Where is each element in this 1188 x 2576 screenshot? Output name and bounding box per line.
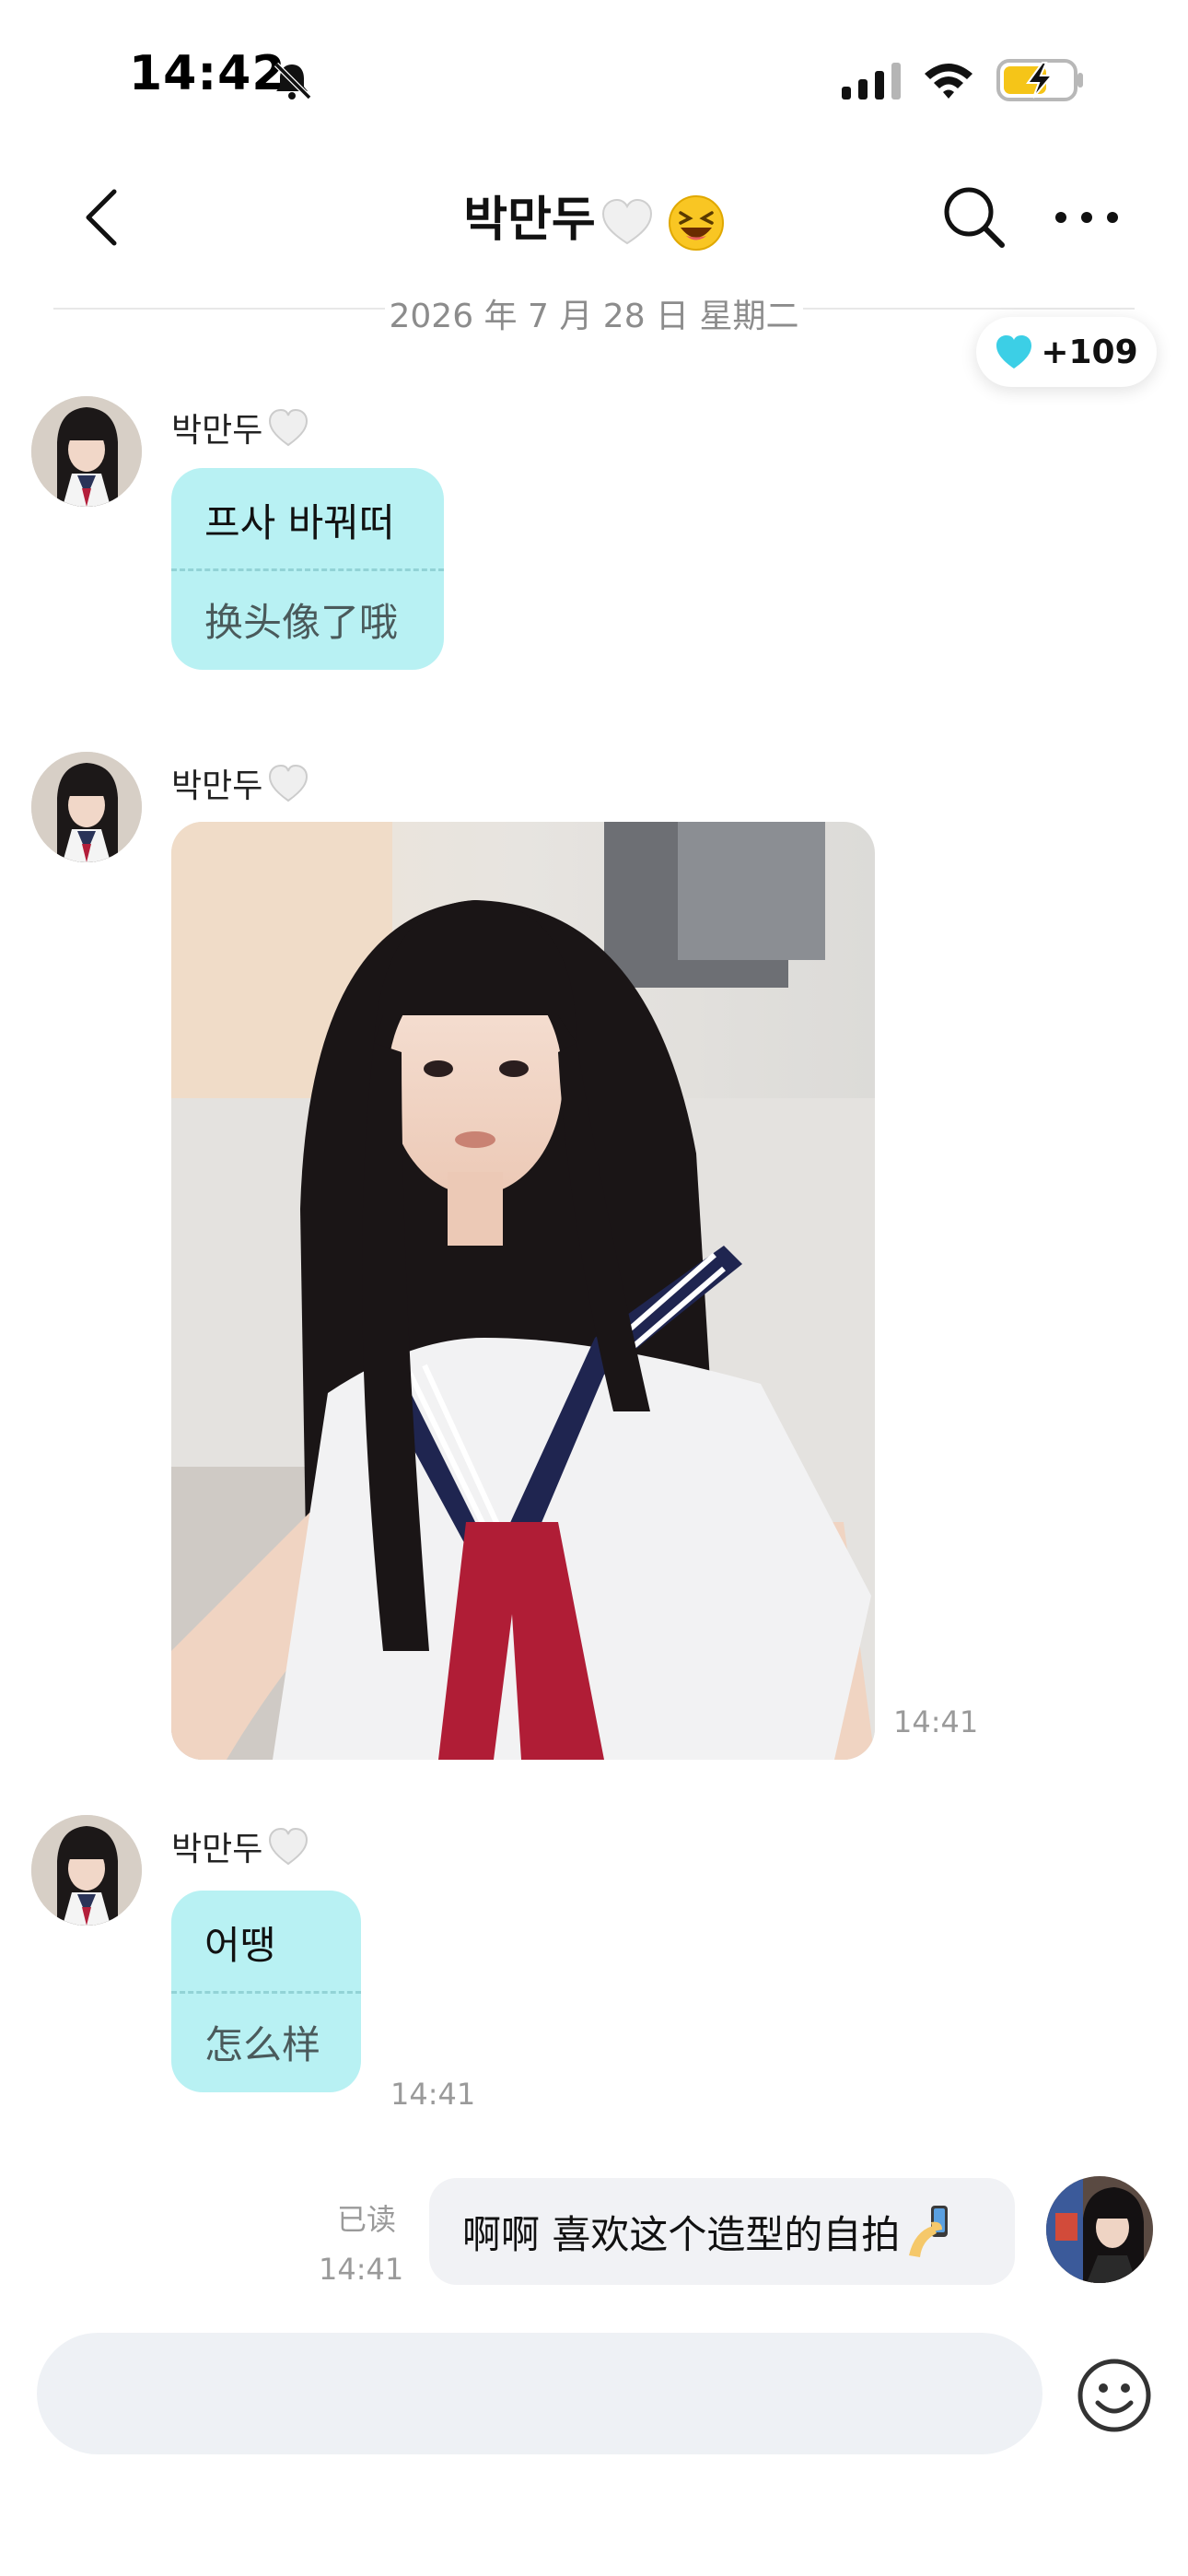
status-time: 14:42 — [129, 46, 286, 101]
avatar-photo — [31, 1815, 142, 1926]
sender-name-text: 박만두 — [171, 412, 263, 450]
selfie-emoji-icon — [909, 2206, 949, 2257]
battery-charging-icon — [996, 59, 1083, 101]
sender-name: 박만두 — [171, 404, 309, 451]
bell-muted-icon — [274, 62, 312, 100]
hearts-count: +109 — [1041, 333, 1138, 371]
message-bubble-outgoing[interactable]: 啊啊 喜欢这个造型的自拍 — [429, 2178, 1015, 2285]
message-original-text: 프사 바꿔떠 — [204, 500, 395, 545]
date-divider-left — [53, 308, 385, 310]
sender-name: 박만두 — [171, 759, 309, 807]
laughing-emoji-icon — [668, 195, 724, 251]
white-heart-icon — [269, 408, 309, 447]
chat-title-text: 박만두 — [463, 193, 596, 248]
message-photo[interactable] — [171, 822, 875, 1760]
avatar[interactable] — [31, 1815, 142, 1926]
message-translation-text: 怎么样 — [204, 2022, 321, 2067]
cyan-heart-icon — [996, 335, 1032, 369]
avatar-photo — [31, 752, 142, 862]
white-heart-icon — [269, 1827, 309, 1866]
wifi-icon — [925, 64, 973, 99]
avatar[interactable] — [31, 396, 142, 507]
search-icon[interactable] — [938, 181, 1011, 254]
message-bubble-incoming[interactable]: 어땡 怎么样 — [171, 1891, 361, 2092]
message-original-text: 어땡 — [204, 1923, 276, 1968]
hearts-counter[interactable]: +109 — [976, 317, 1157, 387]
sender-name-text: 박만두 — [171, 1831, 263, 1868]
white-heart-icon — [269, 764, 309, 802]
avatar[interactable] — [31, 752, 142, 862]
message-text: 啊啊 喜欢这个造型的自拍 — [462, 2211, 901, 2257]
emoji-icon[interactable] — [1076, 2357, 1153, 2434]
white-heart-icon — [601, 198, 652, 245]
selfie-photo — [171, 822, 875, 1760]
read-status: 已读 — [337, 2202, 397, 2237]
message-bubble-incoming[interactable]: 프사 바꿔떠 换头像了哦 — [171, 468, 444, 670]
date-divider-right — [803, 308, 1135, 310]
avatar-photo — [31, 396, 142, 507]
sender-name-text: 박만두 — [171, 767, 263, 805]
message-time: 14:41 — [893, 1704, 979, 1739]
message-time: 14:41 — [319, 2252, 404, 2287]
my-avatar[interactable] — [1046, 2176, 1153, 2283]
message-time: 14:41 — [390, 2077, 476, 2112]
message-input[interactable] — [37, 2333, 1042, 2454]
cellular-signal-icon — [842, 63, 901, 100]
sender-name: 박만두 — [171, 1822, 309, 1870]
date-separator: 2026 年 7 月 28 日 星期二 — [389, 298, 799, 335]
more-icon[interactable] — [1050, 197, 1124, 238]
message-translation-text: 换头像了哦 — [204, 600, 399, 645]
avatar-photo — [1046, 2176, 1153, 2283]
